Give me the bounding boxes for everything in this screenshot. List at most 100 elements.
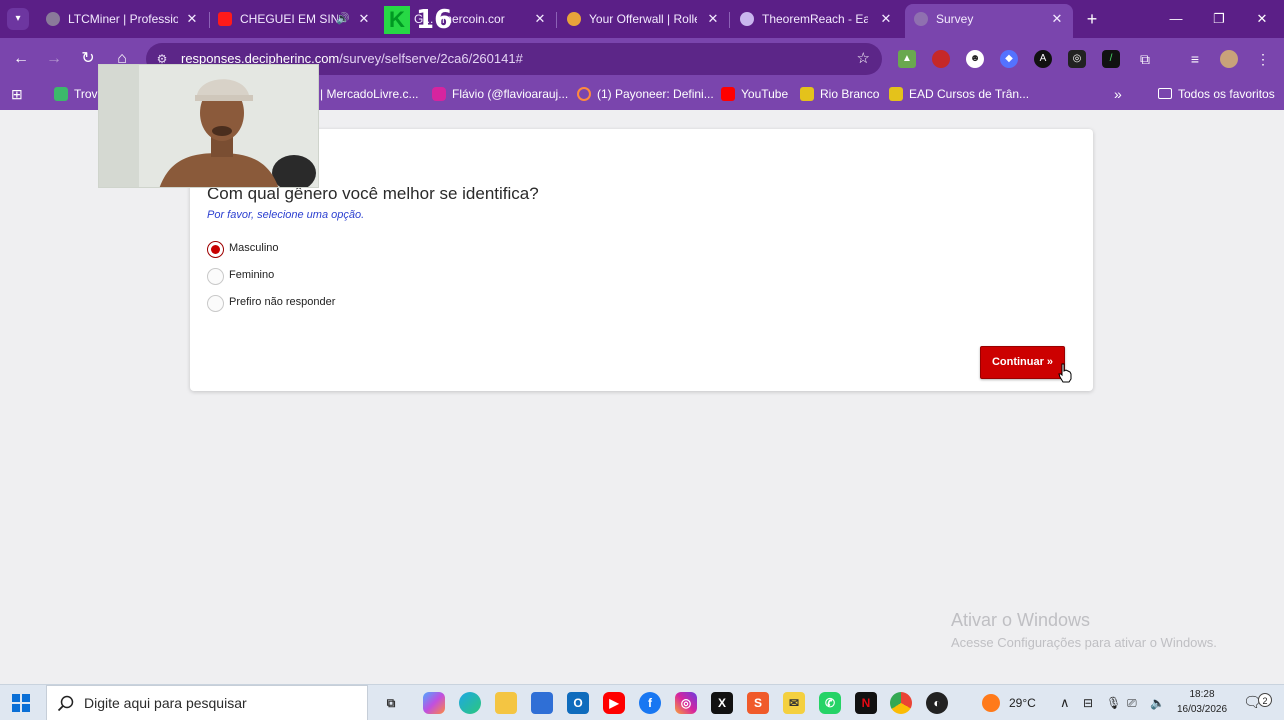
tab-offerwall[interactable]: Your Offerwall | Rolle ✕ [567,4,721,34]
stream-counter: 16 [416,5,453,35]
outlook-icon[interactable]: O [567,692,589,714]
option-label[interactable]: Prefiro não responder [229,296,335,308]
restore-button[interactable]: ❐ [1205,6,1233,32]
all-favorites-folder[interactable]: Todos os favoritos [1158,80,1275,108]
radio-button[interactable] [207,295,224,312]
watermark-subtitle: Acesse Configurações para ativar o Windo… [951,635,1217,650]
tab-title: Your Offerwall | Rolle [589,12,697,26]
globe-favicon-icon [914,12,928,26]
watermark-title: Ativar o Windows [951,610,1091,630]
close-icon[interactable]: ✕ [705,4,721,34]
tab-divider [209,12,210,28]
x-twitter-icon[interactable]: X [711,692,733,714]
taskbar-search-box[interactable]: Digite aqui para pesquisar [46,685,368,720]
close-icon[interactable]: ✕ [184,4,200,34]
clock-time: 18:28 [1189,689,1215,700]
ltcminer-favicon-icon [46,12,60,26]
option-label[interactable]: Masculino [229,242,279,254]
bookmark-payoneer[interactable]: (1) Payoneer: Defini... [577,80,714,108]
bookmark-youtube[interactable]: YouTube [721,80,788,108]
bookmark-mercadolivre[interactable]: | MercadoLivre.c... [320,80,418,108]
apps-grid-icon[interactable]: ⊞ [11,87,25,101]
a-extension-icon[interactable]: A [1034,50,1052,68]
media-control-icon[interactable]: ≡ [1186,50,1204,68]
volume-icon[interactable]: 🔈 [1150,685,1165,720]
option-label[interactable]: Feminino [229,269,274,281]
continue-button[interactable]: Continuar » [980,346,1065,379]
chart-extension-icon[interactable]: ▲ [898,50,916,68]
bookmark-instagram[interactable]: Flávio (@flavioarauj... [432,80,568,108]
search-icon [57,695,74,712]
face-extension-icon[interactable]: ☻ [966,50,984,68]
task-view-icon[interactable]: ⧉ [380,692,402,714]
close-icon[interactable]: ✕ [532,4,548,34]
speaker-icon[interactable]: 🔊 [336,4,350,34]
close-icon[interactable]: ✕ [356,4,372,34]
temperature-text[interactable]: 29°C [1009,685,1036,720]
reload-button[interactable]: ↻ [76,47,100,71]
windows-activation-watermark: Ativar o Windows Acesse Configurações pa… [951,610,1217,650]
instagram-app-icon[interactable]: ◎ [675,692,697,714]
bookmark-star-icon[interactable]: ☆ [857,43,870,75]
store-icon[interactable] [531,692,553,714]
youtube-favicon-icon [218,12,232,26]
slash-extension-icon[interactable]: / [1102,50,1120,68]
facebook-icon[interactable]: f [639,692,661,714]
shopee-icon[interactable]: S [747,692,769,714]
close-icon[interactable]: ✕ [1049,4,1065,34]
extensions-puzzle-icon[interactable]: ⧉ [1136,50,1154,68]
tab-ltcminer[interactable]: LTCMiner | Profession ✕ [46,4,200,34]
forward-button[interactable]: → [42,47,66,71]
app-tray-icon[interactable]: ◐ [926,692,948,714]
chrome-icon[interactable] [890,692,912,714]
mail-app-icon[interactable]: ✉ [783,692,805,714]
back-button[interactable]: ← [9,47,33,71]
tray-app-icon[interactable]: ⊟ [1083,685,1093,720]
tab-theoremreach[interactable]: TheoremReach - Earn ✕ [740,4,894,34]
whatsapp-icon[interactable]: ✆ [819,692,841,714]
tab-strip: ▾ LTCMiner | Profession ✕ CHEGUEI EM SIN… [0,0,1284,38]
tab-youtube[interactable]: CHEGUEI EM SIN 🔊 ✕ [218,4,372,34]
red-extension-icon[interactable] [932,50,950,68]
copilot-icon[interactable] [423,692,445,714]
tab-search-button[interactable]: ▾ [7,8,29,30]
radio-button[interactable] [207,268,224,285]
tab-title: TheoremReach - Earn [762,12,868,26]
wallet-extension-icon[interactable]: ◆ [1000,50,1018,68]
radio-button[interactable] [207,241,224,258]
weather-icon[interactable] [982,694,1000,712]
menu-kebab-icon[interactable]: ⋮ [1254,50,1272,68]
tab-title: LTCMiner | Profession [68,12,178,26]
bookmark-favicon-icon [800,87,814,101]
minimize-button[interactable]: — [1162,6,1190,32]
payoneer-icon [577,87,591,101]
youtube-icon [721,87,735,101]
bookmark-favicon-icon [889,87,903,101]
tab-divider [729,12,730,28]
taskbar-clock[interactable]: 18:28 16/03/2026 [1172,687,1232,717]
youtube-app-icon[interactable]: ▶ [603,692,625,714]
box-extension-icon[interactable]: ◎ [1068,50,1086,68]
edge-icon[interactable] [459,692,481,714]
bookmark-favicon-icon [54,87,68,101]
window-close-button[interactable]: ✕ [1248,6,1276,32]
tray-expand-icon[interactable]: ∧ [1060,685,1070,720]
bookmark-rio-branco[interactable]: Rio Branco [800,80,879,108]
notification-badge: 2 [1258,693,1272,707]
close-icon[interactable]: ✕ [878,4,894,34]
tab-divider [556,12,557,28]
tab-survey[interactable]: Survey ✕ [905,4,1073,38]
bookmark-ead-cursos[interactable]: EAD Cursos de Trân... [889,80,1029,108]
windows-start-icon[interactable] [12,694,30,712]
microphone-icon[interactable]: 🎙 [1106,685,1121,720]
bookmarks-overflow-button[interactable]: » [1114,80,1122,108]
stream-counter-overlay: K 16 [384,4,460,35]
profile-avatar[interactable] [1220,50,1238,68]
network-icon[interactable]: ⎚ [1127,685,1137,720]
file-explorer-icon[interactable] [495,692,517,714]
rollercoin-favicon-icon [567,12,581,26]
netflix-icon[interactable]: N [855,692,877,714]
folder-icon [1158,88,1172,99]
bookmark-trov[interactable]: Trov [54,80,98,108]
new-tab-button[interactable]: + [1082,8,1102,30]
